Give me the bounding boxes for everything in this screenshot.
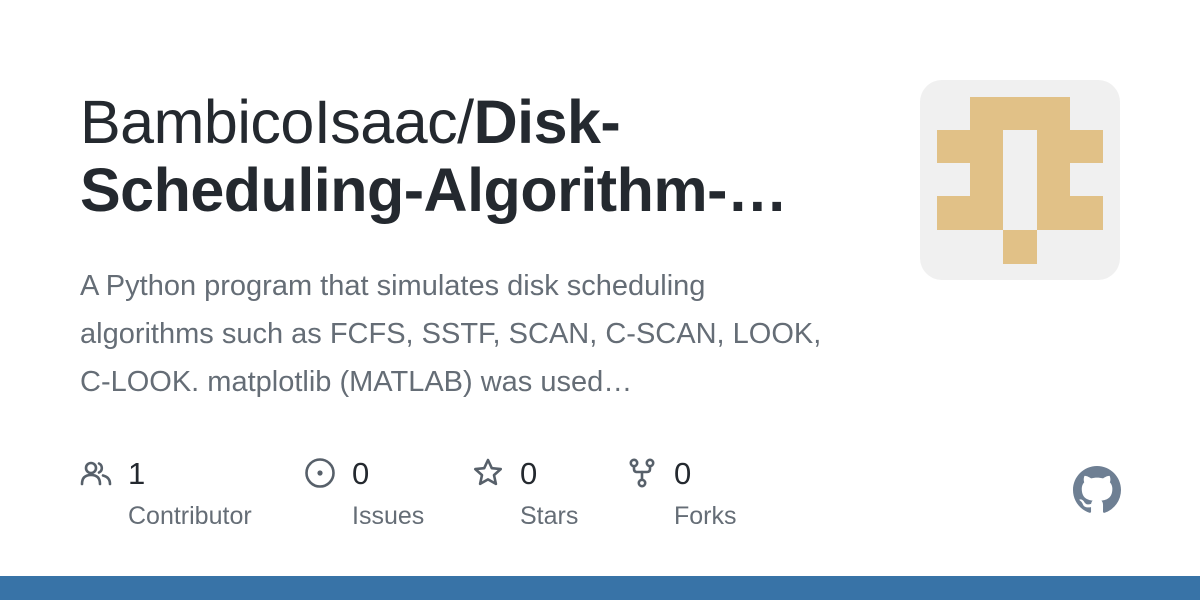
stat-count: 0 bbox=[674, 456, 692, 491]
stat-count: 0 bbox=[520, 456, 538, 491]
github-mark-icon[interactable] bbox=[1073, 466, 1121, 514]
repo-owner[interactable]: BambicoIsaac/ bbox=[80, 88, 474, 156]
stat-label: Forks bbox=[674, 502, 737, 530]
repo-forked-icon bbox=[626, 457, 658, 489]
repo-title[interactable]: BambicoIsaac/Disk-Scheduling-Algorithm-… bbox=[80, 88, 880, 224]
stat-label: Issues bbox=[352, 502, 425, 530]
owner-avatar[interactable] bbox=[920, 80, 1120, 280]
stat-label: Contributor bbox=[128, 502, 252, 530]
stat-label: Stars bbox=[520, 502, 579, 530]
people-icon bbox=[80, 457, 112, 489]
footer-bar bbox=[0, 576, 1200, 600]
stat-count: 0 bbox=[352, 456, 370, 491]
repo-description: A Python program that simulates disk sch… bbox=[80, 270, 822, 398]
github-mark-path bbox=[1073, 466, 1121, 513]
star-icon bbox=[472, 457, 504, 489]
stat-count: 1 bbox=[128, 456, 146, 491]
repo-stats: 1 Contributor 0 Issues 0 Stars 0 Forks bbox=[80, 455, 800, 545]
issue-opened-icon bbox=[304, 457, 336, 489]
identicon-icon bbox=[920, 80, 1120, 280]
